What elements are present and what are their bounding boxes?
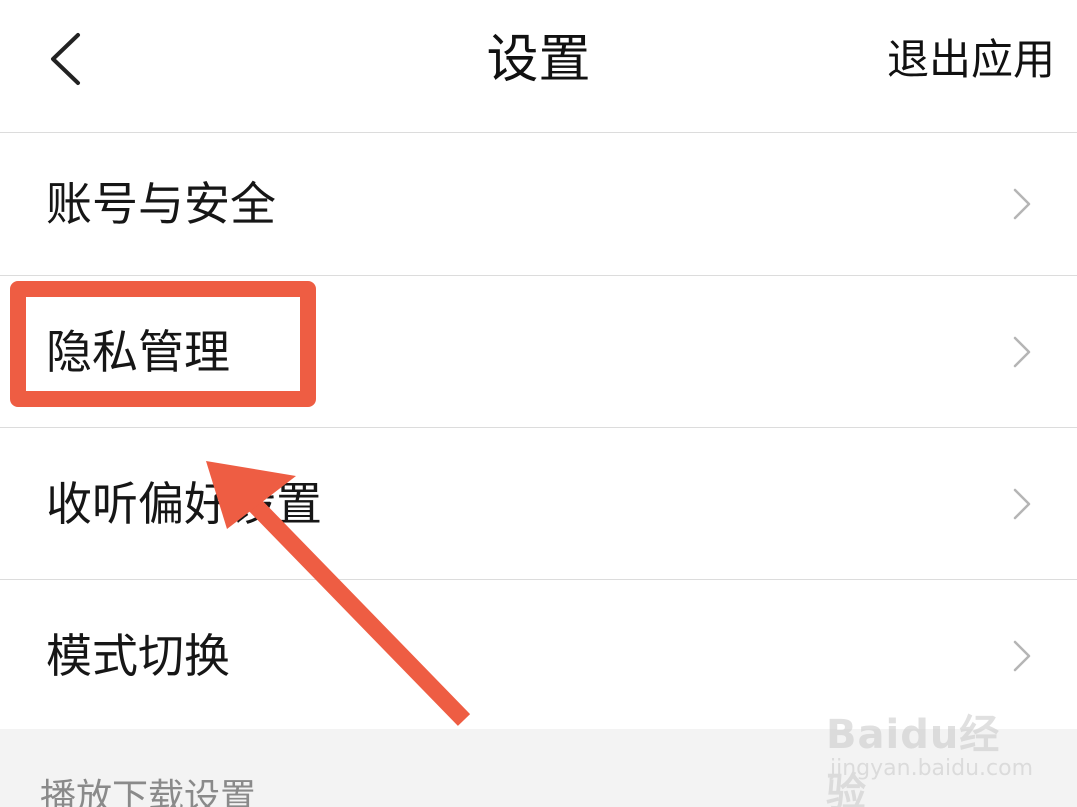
settings-item-label: 模式切换 [46,628,230,683]
settings-item-listening-preferences[interactable]: 收听偏好设置 [0,428,1077,580]
settings-item-label: 收听偏好设置 [46,476,322,531]
settings-item-mode-switch[interactable]: 模式切换 [0,580,1077,732]
chevron-right-icon [1013,640,1031,672]
chevron-right-icon [1013,336,1031,368]
settings-item-privacy[interactable]: 隐私管理 [0,276,1077,428]
nav-bar: 设置 退出应用 [0,0,1077,133]
chevron-right-icon [1013,188,1031,220]
settings-item-account-security[interactable]: 账号与安全 [0,133,1077,276]
exit-app-button[interactable]: 退出应用 [887,28,1055,92]
section-header: 播放下载设置 [40,777,257,807]
section-playback-download: 播放下载设置 [0,729,1077,807]
settings-screen: 设置 退出应用 账号与安全 隐私管理 收听偏好设置 模式切换 播放下载设置 Ba… [0,0,1077,807]
chevron-right-icon [1013,488,1031,520]
settings-item-label: 隐私管理 [46,324,230,379]
settings-list: 账号与安全 隐私管理 收听偏好设置 模式切换 [0,133,1077,732]
settings-item-label: 账号与安全 [46,177,276,231]
